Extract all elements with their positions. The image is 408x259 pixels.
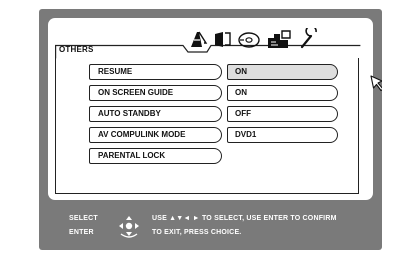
menu-value-resume[interactable]: ON: [227, 64, 338, 80]
menu-label-auto-standby[interactable]: AUTO STANDBY: [89, 106, 222, 122]
help-key-enter: ENTER: [69, 229, 94, 236]
section-title: OTHERS: [59, 45, 94, 54]
dpad-enter-icon: [119, 216, 139, 238]
picture-tab-icon[interactable]: [189, 30, 209, 48]
help-key-select: SELECT: [69, 215, 98, 222]
language-tab-icon[interactable]: [266, 28, 292, 50]
menu-value-auto-standby[interactable]: OFF: [227, 106, 338, 122]
help-line-2: TO EXIT, PRESS CHOICE.: [152, 229, 242, 236]
pointer-cursor-icon: [370, 75, 382, 91]
menu-label-on-screen-guide[interactable]: ON SCREEN GUIDE: [89, 85, 222, 101]
menu-label-parental-lock[interactable]: PARENTAL LOCK: [89, 148, 222, 164]
menu-label-resume[interactable]: RESUME: [89, 64, 222, 80]
menu-value-on-screen-guide[interactable]: ON: [227, 85, 338, 101]
osd-screen: OTHERS RESUME ON ON SCREEN GUIDE ON AUTO…: [39, 9, 382, 250]
help-bar: SELECT ENTER USE ▲▼◄ ► TO SELECT, USE EN…: [39, 207, 382, 250]
menu-value-av-compulink-mode[interactable]: DVD1: [227, 127, 338, 143]
menu-label-av-compulink-mode[interactable]: AV COMPULINK MODE: [89, 127, 222, 143]
disc-tab-icon[interactable]: [237, 32, 261, 48]
help-line-1: USE ▲▼◄ ► TO SELECT, USE ENTER TO CONFIR…: [152, 215, 337, 222]
settings-tab-icon[interactable]: [298, 28, 320, 50]
sound-tab-icon[interactable]: [213, 30, 233, 48]
